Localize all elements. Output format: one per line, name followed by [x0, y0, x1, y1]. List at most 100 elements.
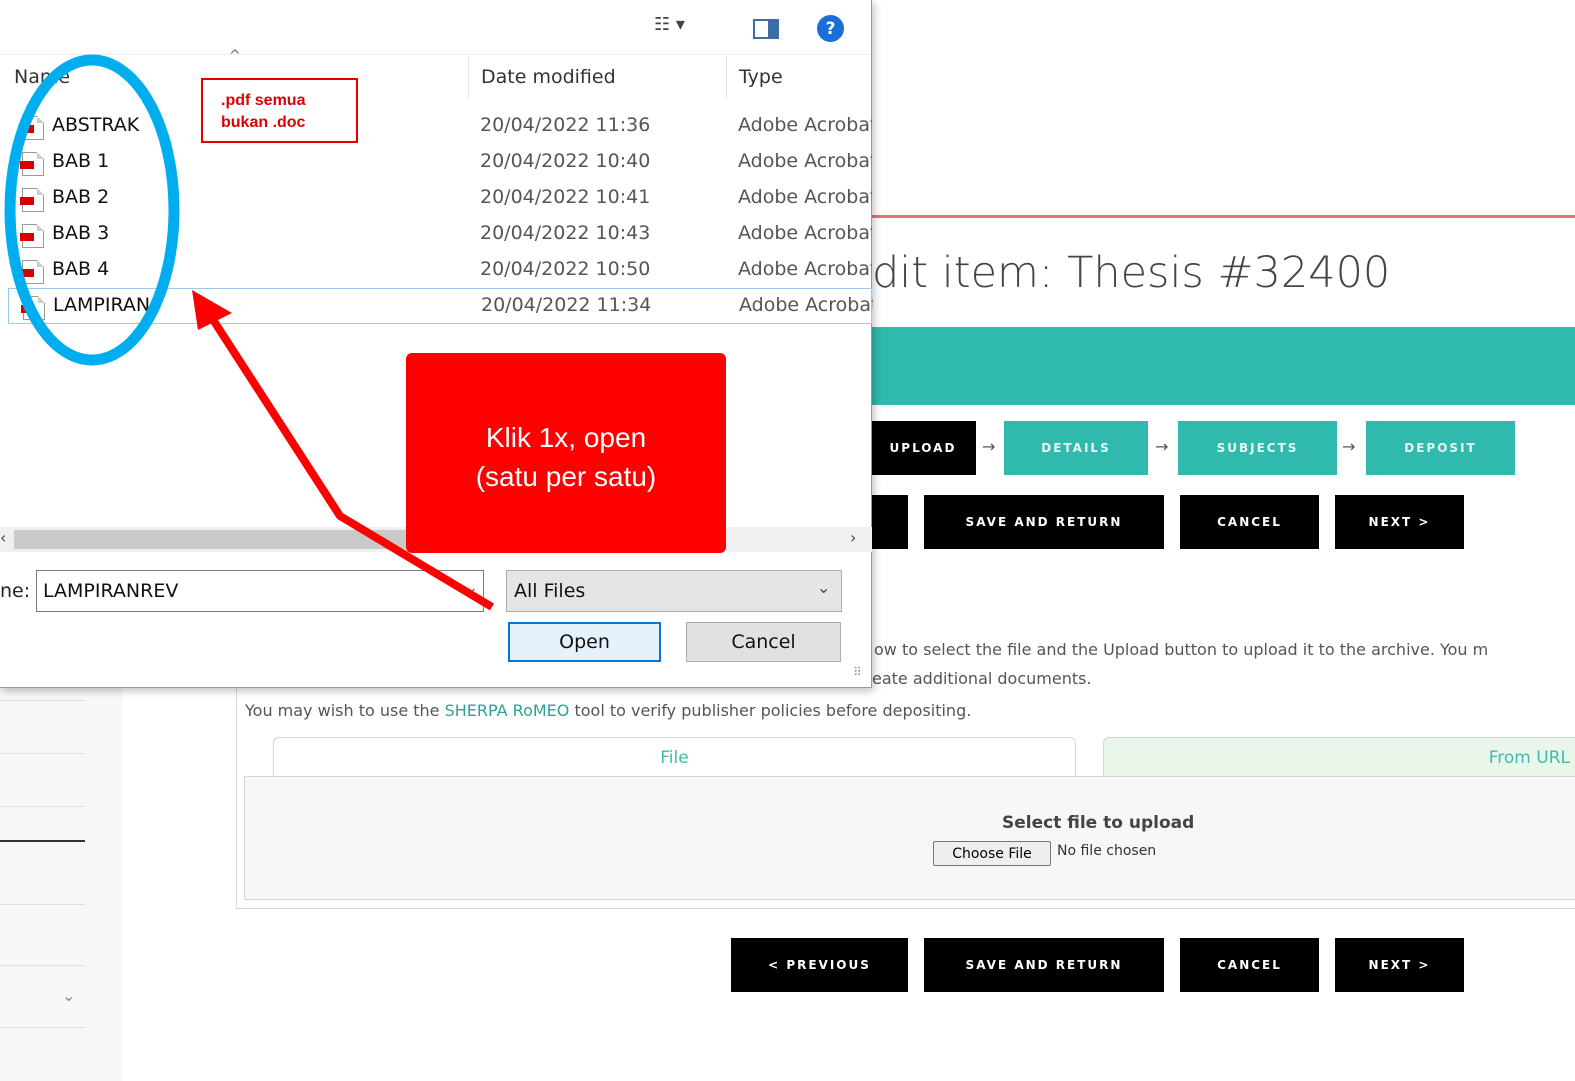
stage-label: DETAILS	[1041, 441, 1111, 455]
column-header-name[interactable]: Name	[14, 66, 70, 88]
file-date: 20/04/2022 11:36	[480, 114, 651, 136]
column-header-type[interactable]: Type	[739, 66, 783, 88]
file-name: BAB 3	[52, 222, 110, 244]
file-row[interactable]: BAB 1 20/04/2022 10:40 Adobe Acrobat	[8, 145, 872, 181]
chevron-down-icon[interactable]: ⌄	[817, 578, 830, 597]
choose-file-button[interactable]: Choose File	[933, 841, 1051, 866]
next-button-top[interactable]: NEXT >	[1335, 495, 1464, 549]
file-type: Adobe Acrobat	[738, 114, 872, 136]
screen: { "page": { "title": "dit item: Thesis #…	[0, 0, 1575, 1081]
tab-file[interactable]: File	[273, 737, 1076, 777]
workflow-banner	[870, 327, 1575, 405]
pdf-file-icon	[20, 224, 44, 248]
sherpa-romeo-link[interactable]: SHERPA RoMEO	[445, 701, 570, 720]
stage-label: SUBJECTS	[1216, 441, 1299, 455]
file-date: 20/04/2022 10:40	[480, 150, 651, 172]
help-text-line1: ow to select the file and the Upload but…	[874, 640, 1489, 659]
sidebar-divider	[0, 806, 85, 807]
save-and-return-button-top[interactable]: SAVE AND RETURN	[924, 495, 1164, 549]
file-type: Adobe Acrobat	[738, 222, 872, 244]
scroll-right-icon[interactable]: ›	[850, 528, 856, 547]
cancel-button[interactable]: CANCEL	[1180, 938, 1319, 992]
pdf-file-icon	[20, 260, 44, 284]
sidebar-divider	[0, 965, 85, 966]
file-row[interactable]: ABSTRAK 20/04/2022 11:36 Adobe Acrobat	[8, 109, 872, 145]
filename-input[interactable]: LAMPIRANREV	[36, 570, 484, 612]
scrollbar-thumb[interactable]	[14, 530, 406, 549]
previous-button-top[interactable]	[870, 495, 908, 549]
select-file-title: Select file to upload	[1002, 813, 1195, 833]
annotation-note-line1: .pdf semua	[221, 92, 306, 109]
previous-button[interactable]: < PREVIOUS	[731, 938, 908, 992]
cancel-button-top[interactable]: CANCEL	[1180, 495, 1319, 549]
chevron-down-icon[interactable]: ⌄	[62, 986, 75, 1005]
scroll-left-icon[interactable]: ‹	[0, 528, 6, 547]
next-button[interactable]: NEXT >	[1335, 938, 1464, 992]
arrow-right-icon: →	[1342, 437, 1356, 456]
pdf-file-icon	[20, 116, 44, 140]
help-text-suffix: tool to verify publisher policies before…	[569, 701, 972, 720]
help-text-line2: eate additional documents.	[872, 669, 1092, 688]
file-row[interactable]: BAB 2 20/04/2022 10:41 Adobe Acrobat	[8, 181, 872, 217]
file-date: 20/04/2022 10:50	[480, 258, 651, 280]
pdf-file-icon	[20, 152, 44, 176]
file-type: Adobe Acrobat	[739, 294, 873, 316]
sidebar-divider	[0, 753, 85, 754]
stage-subjects[interactable]: SUBJECTS	[1178, 421, 1337, 475]
sidebar-divider-active	[0, 840, 85, 842]
column-divider[interactable]	[726, 56, 727, 98]
file-name: BAB 4	[52, 258, 110, 280]
view-menu-icon[interactable]: ☷ ▾	[654, 14, 685, 35]
column-header-date[interactable]: Date modified	[481, 66, 616, 88]
file-name: ABSTRAK	[52, 114, 140, 136]
open-button[interactable]: Open	[508, 622, 661, 662]
file-row[interactable]: BAB 3 20/04/2022 10:43 Adobe Acrobat	[8, 217, 872, 253]
filename-dropdown-icon[interactable]: ⌄	[466, 580, 478, 596]
stage-details[interactable]: DETAILS	[1004, 421, 1148, 475]
file-date: 20/04/2022 10:41	[480, 186, 651, 208]
pdf-file-icon	[20, 188, 44, 212]
resize-grip-icon[interactable]: ⠿	[853, 665, 862, 679]
arrow-right-icon: →	[1155, 437, 1169, 456]
sidebar-divider	[0, 904, 85, 905]
file-date: 20/04/2022 11:34	[481, 294, 652, 316]
toolbar-divider	[0, 54, 871, 55]
file-type: Adobe Acrobat	[738, 258, 872, 280]
stage-upload[interactable]: UPLOAD	[870, 421, 976, 475]
stage-label: DEPOSIT	[1404, 441, 1477, 455]
pdf-file-icon	[21, 296, 45, 320]
file-row-selected[interactable]: LAMPIRAN 20/04/2022 11:34 Adobe Acrobat	[8, 288, 873, 324]
file-type: Adobe Acrobat	[738, 150, 872, 172]
arrow-right-icon: →	[982, 437, 996, 456]
file-type-filter[interactable]: All Files	[506, 570, 842, 612]
callout-line2: (satu per satu)	[475, 461, 657, 492]
header-rule	[870, 215, 1575, 218]
annotation-callout: Klik 1x, open (satu per satu)	[406, 353, 726, 553]
file-name: LAMPIRAN	[53, 294, 151, 316]
file-status: No file chosen	[1057, 843, 1157, 859]
help-text-line3: You may wish to use the SHERPA RoMEO too…	[245, 701, 971, 720]
tab-from-url[interactable]: From URL	[1103, 737, 1575, 777]
file-row[interactable]: BAB 4 20/04/2022 10:50 Adobe Acrobat	[8, 253, 872, 289]
callout-line1: Klik 1x, open	[485, 422, 647, 453]
column-divider[interactable]	[468, 56, 469, 98]
stage-deposit[interactable]: DEPOSIT	[1366, 421, 1515, 475]
page-title: dit item: Thesis #32400	[872, 248, 1391, 298]
file-name: BAB 1	[52, 150, 110, 172]
file-date: 20/04/2022 10:43	[480, 222, 651, 244]
dialog-cancel-button[interactable]: Cancel	[686, 622, 841, 662]
upload-box	[244, 776, 1575, 900]
save-and-return-button[interactable]: SAVE AND RETURN	[924, 938, 1164, 992]
file-type: Adobe Acrobat	[738, 186, 872, 208]
preview-pane-icon[interactable]	[753, 19, 779, 39]
filename-label: ne:	[0, 580, 31, 602]
help-text-prefix: You may wish to use the	[245, 701, 445, 720]
sidebar-divider	[0, 700, 85, 701]
file-name: BAB 2	[52, 186, 110, 208]
file-open-dialog: ☷ ▾ ? ^ Name Date modified Type ABSTRAK …	[0, 0, 873, 688]
sidebar-divider	[0, 1027, 85, 1028]
help-icon[interactable]: ?	[817, 15, 844, 42]
annotation-note-line2: bukan .doc	[221, 114, 306, 131]
sort-caret-icon: ^	[229, 48, 241, 64]
stage-label: UPLOAD	[889, 441, 957, 455]
